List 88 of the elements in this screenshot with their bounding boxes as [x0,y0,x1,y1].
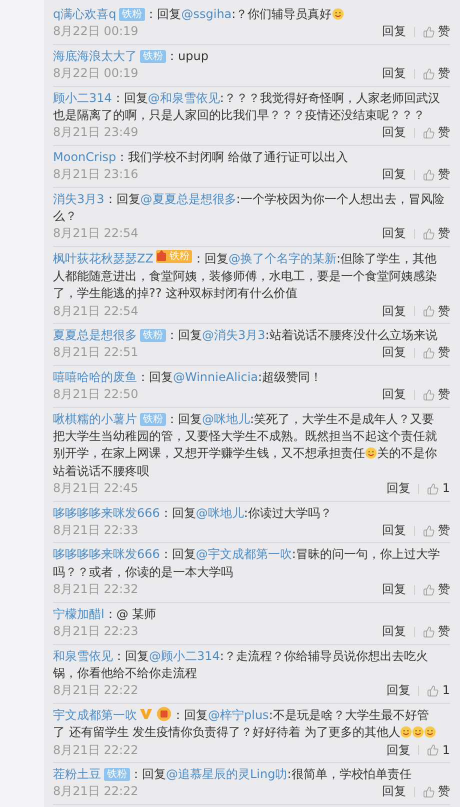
like-button[interactable]: 赞 [438,522,450,540]
like-icon[interactable] [423,26,435,38]
comment-text: 茬粉土豆 铁粉 ：回复@追慕星辰的灵Ling叻:很简单，学校怕单责任 [53,766,412,783]
like-icon[interactable] [423,68,435,80]
reply-button[interactable]: 回复 [386,742,410,759]
comment-time: 8月21日 22:51 [53,344,138,362]
comment-time: 8月21日 22:22 [53,682,138,700]
comment-time: 8月21日 23:16 [53,166,138,184]
reply-button[interactable]: 回复 [382,65,406,83]
medal-icon [156,706,172,721]
like-icon[interactable] [423,388,435,401]
like-button[interactable]: 1 [442,742,450,759]
reply-button[interactable]: 回复 [382,522,406,540]
like-icon[interactable] [423,127,435,140]
comment-time: 8月21日 22:50 [53,386,138,404]
fan-badge: 铁粉 [140,412,166,426]
comment-text: q满心欢喜q 铁粉 ：回复@ssgiha:？你们辅导员真好 [53,6,450,24]
comment-time: 8月21日 22:54 [53,302,138,320]
comment-time: 8月22日 00:19 [53,65,138,82]
like-icon[interactable] [423,168,435,181]
comment-text: 顾小二314：回复@和泉雪依见:？？？我觉得好奇怪啊，人家老师回武汉也是隔离了的啊，只是人家回的比我们早？？？疫情还没结束呢？？？ [53,90,441,124]
comment-time: 8月22日 00:19 [53,23,138,40]
fan-badge: 铁粉 [156,250,192,263]
comment-text: 宁檬加醋l：@ 某师 [53,606,158,623]
comment-time: 8月21日 22:33 [53,522,138,540]
like-button[interactable]: 赞 [438,302,450,320]
like-icon[interactable] [423,524,435,537]
fan-badge: 铁粉 [119,8,146,21]
like-button[interactable]: 赞 [438,581,450,599]
comment-time: 8月21日 22:45 [53,480,138,498]
comment-time: 8月21日 22:32 [53,581,138,598]
like-icon[interactable] [423,305,435,318]
like-button[interactable]: 1 [442,480,450,498]
comment-text: 嘻嘻哈哈的废鱼：回复@WinnieAlicia:超级赞同！ [53,368,324,386]
comment-time: 8月21日 22:23 [53,623,138,640]
reply-button[interactable]: 回复 [386,480,410,498]
reply-button[interactable]: 回复 [382,623,406,640]
fan-badge: 铁粉 [104,768,130,781]
reply-button[interactable]: 回复 [382,581,406,599]
comment-text: 哆哆哆哆来咪发666：回复@咪地儿:你读过大学吗？ [53,504,333,522]
reply-button[interactable]: 回复 [382,344,406,362]
comment-text: 哆哆哆哆来咪发666：回复@宇文成都第一吹:冒昧的问一句，你上过大学吗？？或者，你读的是一本大学吗 [53,546,441,581]
smiley-emoji-icon [424,726,436,738]
reply-button[interactable]: 回复 [386,682,410,700]
comment-time: 8月21日 22:54 [53,225,138,242]
reply-button[interactable]: 回复 [382,166,406,184]
like-button[interactable]: 赞 [438,65,450,83]
reply-button[interactable]: 回复 [382,386,406,404]
like-button[interactable]: 赞 [438,225,450,243]
like-icon[interactable] [423,228,435,240]
comment-text: 消失3月3：回复@夏夏总是想很多:一个学校因为你一个人想出去，冒风险么？ [53,190,446,226]
like-icon[interactable] [423,626,435,638]
comment-text: MoonCrisp：我们学校不封闭啊 给做了通行证可以出入 [53,148,349,166]
comment-time: 8月21日 22:22 [53,742,138,759]
comment-text: 海底海浪太大了 铁粉 ：upup [53,48,210,65]
like-button[interactable]: 赞 [438,623,450,640]
like-button[interactable]: 赞 [438,124,450,142]
like-icon[interactable] [423,584,435,596]
verified-v-icon [140,708,152,720]
like-button[interactable]: 1 [442,682,450,700]
smiley-emoji-icon [332,8,344,20]
like-icon[interactable] [427,685,440,698]
comment-text: 啾棋糯的小薯片 铁粉 ：回复@咪地儿:笑死了，大学生不是成年人？又要把大学生当幼稚园的管，又要怪大学生不成熟。既然担当不起这个责任就别开学，在家上网课，又想开学赚学生钱，又不想承担责任 关的不是你站着说话不腰疼呗 [53,410,438,480]
comment-time: 8月21日 23:49 [53,124,138,142]
like-icon[interactable] [427,744,440,756]
reply-button[interactable]: 回复 [382,783,406,801]
smiley-emoji-icon [412,726,424,738]
comment-text: 夏夏总是想很多 铁粉 ：回复@消失3月3:站着说话不腰疼没什么立场来说 [53,327,438,344]
like-icon[interactable] [423,786,435,798]
like-button[interactable]: 赞 [438,783,450,801]
like-button[interactable]: 赞 [438,166,450,184]
reply-button[interactable]: 回复 [382,23,406,41]
like-icon[interactable] [423,347,435,360]
comment-text: 宇文成都第一吹 ：回复@梓宁plus:不是玩是啥？大学生最不好管 了 还有留学生 发生疫情你负责得了？好好待着 为了更多的其他人 [53,706,450,742]
like-icon[interactable] [427,482,440,495]
comment-text: 和泉雪依见：回复@顾小二314:？走流程？你给辅导员说你想出去吃火锅，你看他给不给你走流程 [53,648,429,682]
fan-badge: 铁粉 [140,50,166,63]
reply-button[interactable]: 回复 [382,225,406,243]
like-button[interactable]: 赞 [438,344,450,362]
like-button[interactable]: 赞 [438,386,450,404]
comment-time: 8月21日 22:22 [53,783,138,800]
comment-text: 枫叶荻花秋瑟瑟ZZ 铁粉 ：回复@换了个名字的某新:但除了学生，其他人都能随意进出，食堂阿姨，装修师傅，水电工，要是一个食堂阿姨感染了，学生能逃的掉?? 这种双标封闭有什么价值 [53,250,438,302]
smiley-emoji-icon [365,447,377,460]
reply-button[interactable]: 回复 [382,124,406,142]
reply-button[interactable]: 回复 [382,302,406,320]
like-button[interactable]: 赞 [438,23,450,41]
fan-badge: 铁粉 [140,329,166,342]
smiley-emoji-icon [400,726,412,738]
